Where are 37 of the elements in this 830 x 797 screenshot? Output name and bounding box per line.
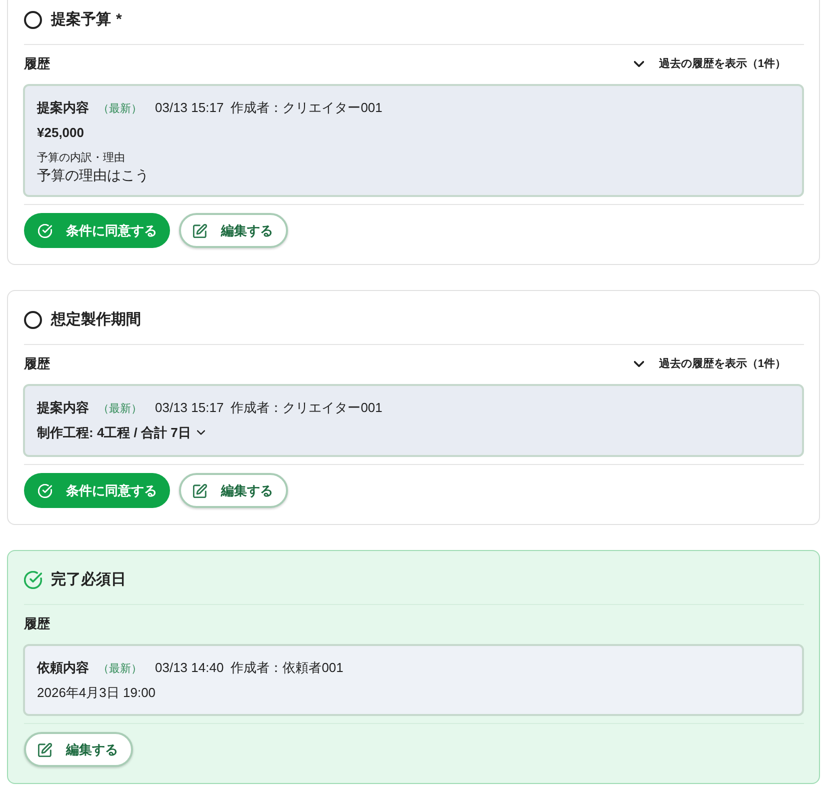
edit-button[interactable]: 編集する: [179, 473, 288, 508]
required-mark: *: [116, 10, 122, 30]
history-label: 履歴: [24, 355, 50, 374]
section-title: 提案予算: [51, 10, 111, 30]
entry-timestamp: 03/13 14:40: [155, 659, 224, 677]
pencil-square-icon: [38, 742, 52, 756]
section-title: 完了必須日: [51, 570, 126, 590]
entry-value: ¥25,000: [37, 124, 85, 142]
entry-author: 作成者：クリエイター001: [230, 99, 382, 117]
history-toggle-button[interactable]: 過去の履歴を表示（1件）: [634, 56, 786, 72]
entry-author: 作成者：依頼者001: [230, 659, 344, 677]
history-label: 履歴: [24, 55, 50, 74]
section-title: 想定製作期間: [51, 310, 141, 330]
pencil-square-icon: [193, 224, 207, 238]
entry-type-label: 提案内容: [37, 99, 89, 117]
check-circle-icon: [38, 484, 52, 498]
entry-timestamp: 03/13 15:17: [155, 399, 224, 417]
chevron-down-icon: [634, 361, 644, 367]
entry-timestamp: 03/13 15:17: [155, 99, 224, 117]
chevron-down-icon: [634, 61, 644, 67]
history-toggle-button[interactable]: 過去の履歴を表示（1件）: [634, 356, 786, 372]
entry-type-label: 提案内容: [37, 399, 89, 417]
check-circle-icon: [38, 224, 52, 238]
latest-label: （最新）: [98, 662, 142, 677]
entry-type-label: 依頼内容: [37, 659, 89, 677]
edit-button[interactable]: 編集する: [179, 213, 288, 248]
history-label: 履歴: [24, 615, 50, 634]
edit-button[interactable]: 編集する: [24, 732, 133, 767]
pencil-square-icon: [193, 484, 207, 498]
detail-text: 予算の理由はこう: [37, 166, 150, 185]
detail-label: 予算の内訳・理由: [37, 151, 126, 166]
entry-author: 作成者：クリエイター001: [230, 399, 382, 417]
latest-label: （最新）: [98, 102, 142, 117]
entry-value: 2026年4月3日 19:00: [37, 684, 157, 702]
process-summary-toggle[interactable]: 制作工程: 4工程 / 合計 7日: [37, 421, 205, 444]
latest-label: （最新）: [98, 402, 142, 417]
chevron-down-icon: [196, 430, 205, 435]
